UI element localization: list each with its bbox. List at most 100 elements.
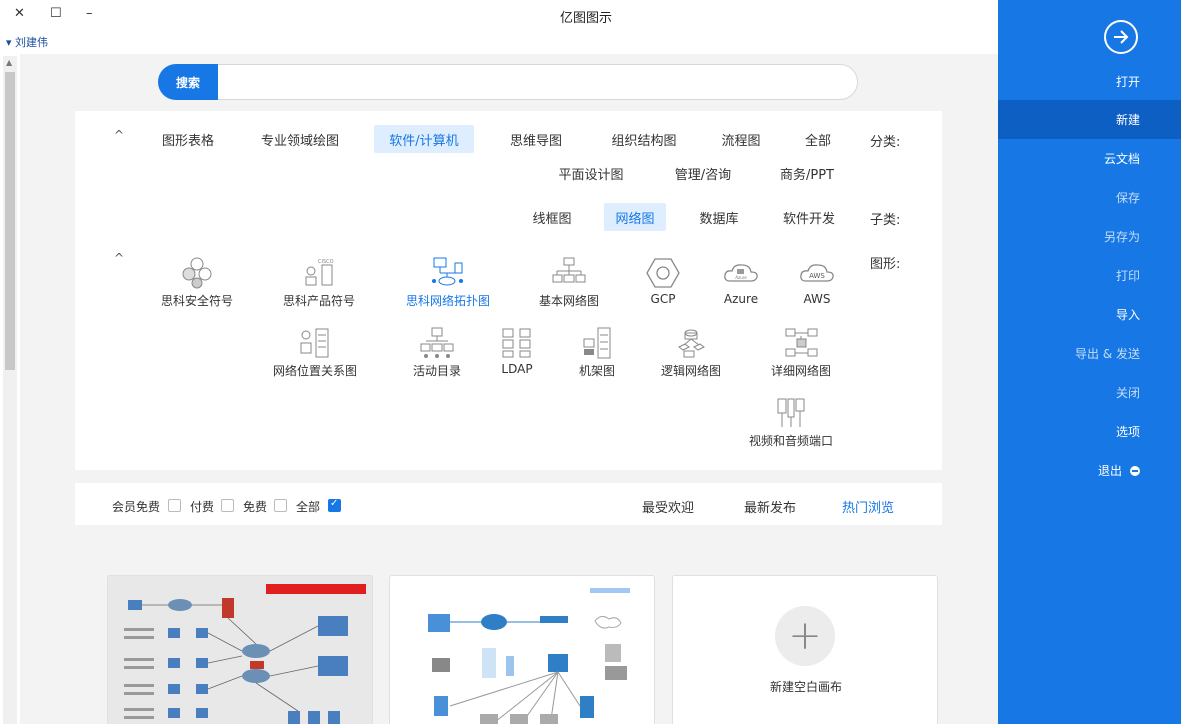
- category-management[interactable]: 管理/咨询: [660, 159, 746, 187]
- subcategory-label: 子类:: [870, 213, 901, 228]
- shape-gcp[interactable]: GCP: [618, 256, 708, 316]
- active-directory-icon: [417, 326, 457, 360]
- svg-text:CISCO: CISCO: [318, 259, 334, 265]
- filter-paid-label: 付费: [190, 500, 215, 514]
- filter-free-label: 免费: [243, 500, 268, 514]
- shape-ldap[interactable]: LDAP: [472, 326, 562, 386]
- new-blank-canvas-label: 新建空白画布: [769, 680, 842, 694]
- filter-free-checkbox[interactable]: [274, 499, 287, 512]
- subcategory-software-dev[interactable]: 软件开发: [774, 203, 844, 231]
- menu-import[interactable]: 导入: [998, 295, 1181, 334]
- menu-exit-label: 退出: [1097, 464, 1122, 478]
- shape-cisco-products[interactable]: CISCO 思科产品符号: [274, 256, 364, 316]
- shape-name: 逻辑网络图: [660, 364, 721, 378]
- shape-name: 活动目录: [412, 364, 461, 378]
- category-graphic-tables[interactable]: 图形表格: [150, 125, 226, 153]
- aws-cloud-icon: AWS: [797, 256, 837, 290]
- shape-video-audio-ports[interactable]: 视频和音频端口: [746, 396, 836, 456]
- shape-active-directory[interactable]: 活动目录: [392, 326, 482, 386]
- category-graphic-design[interactable]: 平面设计图: [548, 159, 634, 187]
- search-input[interactable]: [158, 64, 858, 100]
- scrollbar-thumb[interactable]: [5, 72, 15, 370]
- logical-network-icon: [671, 326, 711, 360]
- close-window-button[interactable]: ✕: [14, 6, 25, 21]
- shape-name: 思科网络拓扑图: [405, 294, 490, 308]
- user-menu[interactable]: ▾ 刘建伟: [6, 34, 48, 50]
- filter-all-label: 全部: [296, 500, 321, 514]
- menu-save[interactable]: 保存: [998, 178, 1181, 217]
- rack-icon: [577, 326, 617, 360]
- menu-close[interactable]: 关闭: [998, 373, 1181, 412]
- shape-cisco-security[interactable]: 思科安全符号: [152, 256, 242, 316]
- menu-cloud-docs[interactable]: 云文档: [998, 139, 1181, 178]
- video-audio-port-icon: [771, 396, 811, 430]
- category-professional[interactable]: 专业领域绘图: [250, 125, 350, 153]
- cisco-products-icon: CISCO: [299, 256, 339, 290]
- filter-all-checkbox[interactable]: [328, 498, 341, 512]
- azure-cloud-icon: Azure: [721, 256, 761, 290]
- shape-name: 思科产品符号: [282, 294, 355, 308]
- filter-member-free-checkbox[interactable]: [168, 499, 181, 512]
- category-flowchart[interactable]: 流程图: [712, 125, 770, 153]
- tab-popular[interactable]: 热门浏览: [842, 497, 894, 516]
- shape-azure[interactable]: Azure Azure: [696, 256, 786, 316]
- shape-name: 网络位置关系图: [272, 364, 357, 378]
- svg-text:AWS: AWS: [809, 272, 825, 280]
- scroll-up-arrow-icon[interactable]: ▲: [6, 58, 12, 67]
- minimize-window-button[interactable]: –: [86, 6, 93, 21]
- menu-new[interactable]: 新建: [998, 100, 1181, 139]
- tab-most-liked[interactable]: 最受欢迎: [642, 497, 694, 516]
- maximize-window-button[interactable]: ☐: [50, 6, 62, 21]
- shape-name: 视频和音频端口: [748, 434, 833, 448]
- cisco-topology-icon: [428, 256, 468, 290]
- app-title: 亿图图示: [560, 11, 613, 26]
- svg-text:Azure: Azure: [735, 275, 747, 280]
- menu-open[interactable]: 打开: [998, 62, 1181, 101]
- menu-exit[interactable]: 退出: [998, 451, 1181, 490]
- subcategory-network[interactable]: 网络图: [604, 203, 666, 231]
- tab-latest[interactable]: 最新发布: [744, 497, 796, 516]
- menu-save-as[interactable]: 另存为: [998, 217, 1181, 256]
- filter-member-free-label: 会员免费: [112, 500, 161, 514]
- gcp-hexagon-icon: [643, 256, 683, 290]
- shape-rack[interactable]: 机架图: [552, 326, 642, 386]
- exit-icon: [1130, 465, 1140, 476]
- shape-network-location[interactable]: 网络位置关系图: [270, 326, 360, 386]
- subcategory-database[interactable]: 数据库: [690, 203, 748, 231]
- category-business-ppt[interactable]: 商务/PPT: [770, 159, 844, 187]
- menu-options[interactable]: 选项: [998, 412, 1181, 451]
- ldap-icon: [497, 326, 537, 360]
- shapes-label: 图形:: [870, 257, 901, 272]
- category-label: 分类:: [870, 135, 901, 150]
- shape-logical-network[interactable]: 逻辑网络图: [646, 326, 736, 386]
- shape-name: Azure: [723, 292, 759, 306]
- shape-name: 详细网络图: [770, 364, 831, 378]
- new-blank-canvas-card[interactable]: + 新建空白画布: [672, 575, 938, 724]
- subcategory-wireframe[interactable]: 线框图: [522, 203, 582, 231]
- shape-basic-network[interactable]: 基本网络图: [524, 256, 614, 316]
- shape-cisco-topology[interactable]: 思科网络拓扑图: [403, 256, 493, 316]
- template-thumbnail: [428, 588, 630, 724]
- cisco-security-icon: [177, 256, 217, 290]
- basic-network-icon: [549, 256, 589, 290]
- back-arrow-icon[interactable]: [1104, 20, 1138, 54]
- collapse-categories-icon[interactable]: ^: [114, 128, 124, 142]
- category-org-chart[interactable]: 组织结构图: [598, 125, 690, 153]
- shape-detailed-network[interactable]: 详细网络图: [756, 326, 846, 386]
- category-all[interactable]: 全部: [792, 125, 844, 153]
- network-location-icon: [295, 326, 335, 360]
- menu-export-send[interactable]: 导出 & 发送: [998, 334, 1181, 373]
- template-card-network-topology[interactable]: [107, 575, 373, 724]
- shape-name: GCP: [650, 292, 676, 306]
- shape-name: LDAP: [501, 362, 533, 376]
- plus-icon: +: [775, 606, 835, 666]
- search-button[interactable]: 搜索: [158, 64, 218, 100]
- category-software[interactable]: 软件/计算机: [374, 125, 474, 153]
- collapse-shapes-icon[interactable]: ^: [114, 251, 124, 265]
- menu-print[interactable]: 打印: [998, 256, 1181, 295]
- filter-paid-checkbox[interactable]: [221, 499, 234, 512]
- template-thumbnail: [124, 584, 366, 724]
- template-card-cisco-diagram[interactable]: [389, 575, 655, 724]
- shape-name: 机架图: [578, 364, 615, 378]
- category-mind-map[interactable]: 思维导图: [496, 125, 576, 153]
